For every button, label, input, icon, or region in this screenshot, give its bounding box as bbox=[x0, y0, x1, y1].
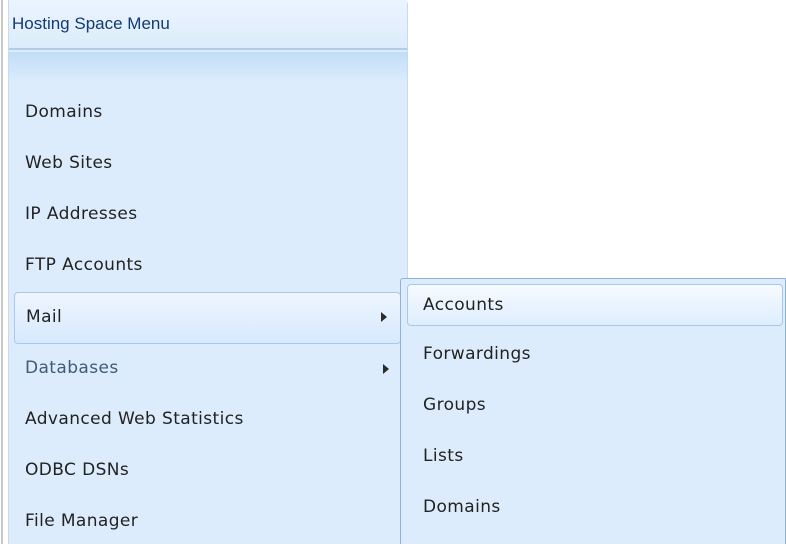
menu-item-advanced-web-statistics[interactable]: Advanced Web Statistics bbox=[9, 395, 407, 446]
menu-item-label: Web Sites bbox=[25, 153, 113, 173]
menu-item-label: Databases bbox=[25, 358, 119, 378]
submenu-item-label: Groups bbox=[423, 395, 487, 415]
submenu-item-groups[interactable]: Groups bbox=[401, 381, 785, 432]
menu-item-ip-addresses[interactable]: IP Addresses bbox=[9, 190, 407, 241]
triangle-right-icon bbox=[383, 364, 389, 374]
menu-item-mail[interactable]: Mail bbox=[14, 292, 401, 344]
submenu-item-forwardings[interactable]: Forwardings bbox=[401, 330, 785, 381]
menu-item-domains[interactable]: Domains bbox=[9, 88, 407, 139]
window-edge bbox=[1, 0, 3, 544]
menu-item-label: Mail bbox=[26, 307, 63, 327]
menu-item-label: FTP Accounts bbox=[25, 255, 143, 275]
submenu-item-label: Accounts bbox=[423, 295, 504, 315]
menu-list: Domains Web Sites IP Addresses FTP Accou… bbox=[9, 88, 407, 548]
menu-item-file-manager[interactable]: File Manager bbox=[9, 497, 407, 548]
submenu-item-label: Domains bbox=[423, 497, 501, 517]
submenu-list: Accounts Forwardings Groups Lists Domain… bbox=[401, 284, 785, 534]
menu-item-label: File Manager bbox=[25, 511, 139, 531]
mail-submenu: Accounts Forwardings Groups Lists Domain… bbox=[400, 278, 786, 544]
menu-title: Hosting Space Menu bbox=[9, 0, 407, 50]
submenu-item-domains[interactable]: Domains bbox=[401, 483, 785, 534]
submenu-item-label: Lists bbox=[423, 446, 464, 466]
menu-item-label: ODBC DSNs bbox=[25, 460, 130, 480]
menu-item-databases[interactable]: Databases bbox=[9, 344, 407, 395]
submenu-item-lists[interactable]: Lists bbox=[401, 432, 785, 483]
menu-header-band bbox=[9, 52, 407, 82]
menu-item-label: Advanced Web Statistics bbox=[25, 409, 244, 429]
submenu-item-accounts[interactable]: Accounts bbox=[407, 284, 783, 326]
menu-item-label: IP Addresses bbox=[25, 204, 138, 224]
menu-item-ftp-accounts[interactable]: FTP Accounts bbox=[9, 241, 407, 292]
menu-item-label: Domains bbox=[25, 102, 103, 122]
triangle-right-icon bbox=[381, 312, 387, 322]
menu-item-odbc-dsns[interactable]: ODBC DSNs bbox=[9, 446, 407, 497]
submenu-item-label: Forwardings bbox=[423, 344, 531, 364]
menu-item-web-sites[interactable]: Web Sites bbox=[9, 139, 407, 190]
hosting-space-menu: Hosting Space Menu Domains Web Sites IP … bbox=[8, 0, 408, 544]
